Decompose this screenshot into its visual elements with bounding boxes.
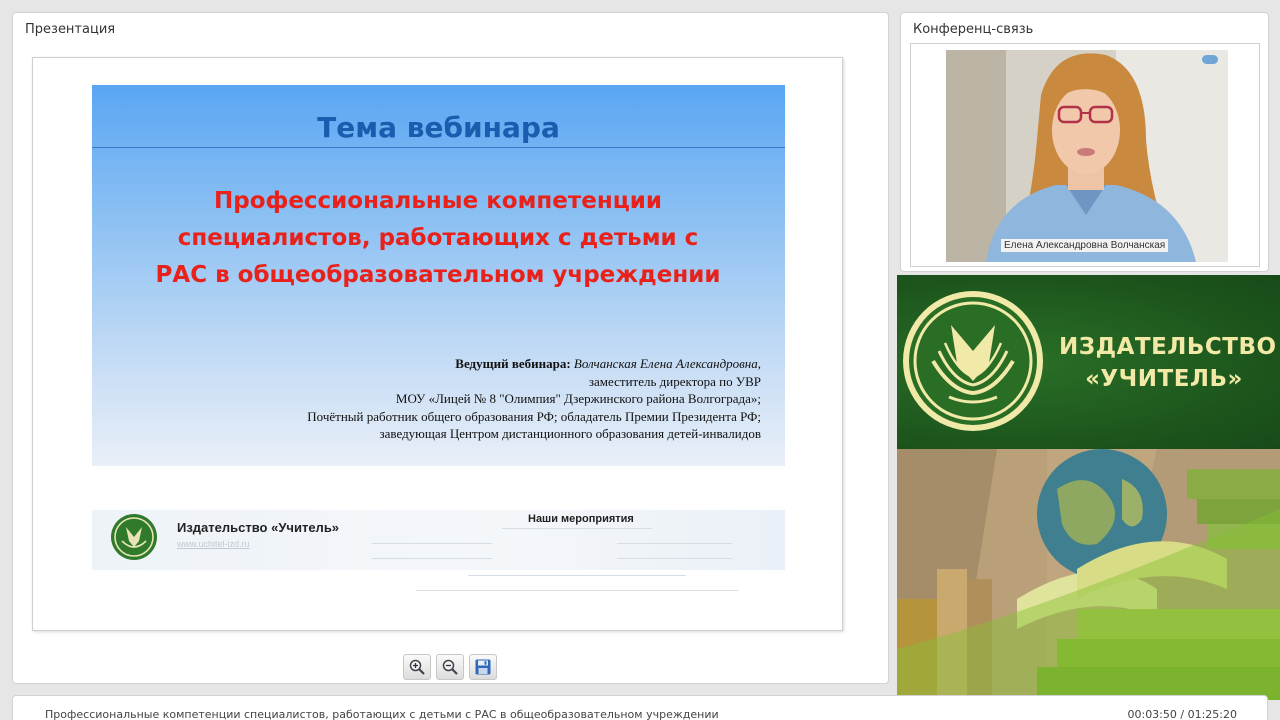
slide-host-line3: МОУ «Лицей № 8 "Олимпия" Дзержинского ра… xyxy=(395,391,761,406)
slide-host-info: Ведущий вебинара: Волчанская Елена Алекс… xyxy=(161,355,761,443)
save-button[interactable] xyxy=(469,654,497,680)
slide-event-faint-line xyxy=(372,558,492,559)
slide-divider xyxy=(92,147,785,148)
slide-event-faint-line xyxy=(372,543,492,544)
zoom-in-button[interactable] xyxy=(403,654,431,680)
slide-event-faint-line xyxy=(617,558,732,559)
zoom-out-icon xyxy=(442,659,458,675)
video-status-icon xyxy=(1202,55,1218,64)
banner-green-area: ИЗДАТЕЛЬСТВО «УЧИТЕЛЬ» xyxy=(897,275,1280,449)
publisher-logo-icon xyxy=(111,514,157,560)
slide-viewer[interactable]: Тема вебинара Профессиональные компетенц… xyxy=(32,57,843,631)
slide-host-line2: заместитель директора по УВР xyxy=(588,373,761,389)
slide-publisher-url[interactable]: www.uchitel-izd.ru xyxy=(177,539,250,549)
participant-name-label: Елена Александровна Волчанская xyxy=(1001,239,1169,252)
slide-host-line4: Почётный работник общего образования РФ;… xyxy=(307,408,761,424)
floppy-disk-icon xyxy=(475,659,491,675)
playback-time: 00:03:50 / 01:25:20 xyxy=(1127,708,1237,720)
slide-footer-area: Издательство «Учитель» www.uchitel-izd.r… xyxy=(92,510,785,570)
presentation-panel: Презентация Тема вебинара Профессиональн… xyxy=(12,12,889,684)
slide-host-line5: заведующая Центром дистанционного образо… xyxy=(379,426,762,441)
slide-event-faint-line xyxy=(502,528,652,529)
banner-books-image xyxy=(897,449,1280,700)
slide-topic: Профессиональные компетенции специалисто… xyxy=(155,188,721,288)
conference-panel: Конференц-связь Елена Александровна Волч… xyxy=(900,12,1269,272)
books-and-globe-image xyxy=(897,449,1280,700)
zoom-out-button[interactable] xyxy=(436,654,464,680)
video-frame: Елена Александровна Волчанская xyxy=(910,43,1260,267)
banner-title-line1: ИЗДАТЕЛЬСТВО xyxy=(1059,334,1277,360)
participant-video[interactable]: Елена Александровна Волчанская xyxy=(946,50,1228,262)
footer-bar: Профессиональные компетенции специалисто… xyxy=(12,695,1268,720)
banner-title-line2: «УЧИТЕЛЬ» xyxy=(1085,366,1243,392)
slide-event-faint-line xyxy=(617,543,732,544)
conference-panel-title: Конференц-связь xyxy=(913,22,1034,37)
slide-publisher-name: Издательство «Учитель» xyxy=(177,520,340,535)
presentation-panel-title: Презентация xyxy=(25,22,116,37)
slide-host-name: Волчанская Елена Александровна, xyxy=(573,356,761,371)
slide-event-faint-line xyxy=(416,590,738,591)
publisher-banner: ИЗДАТЕЛЬСТВО «УЧИТЕЛЬ» xyxy=(897,275,1280,700)
footer-webinar-title: Профессиональные компетенции специалисто… xyxy=(45,708,719,720)
slide-event-faint-line xyxy=(468,575,686,576)
participant-video-feed xyxy=(946,50,1228,262)
slide-host-line1: Ведущий вебинара: Волчанская Елена Алекс… xyxy=(161,355,761,373)
zoom-in-icon xyxy=(409,659,425,675)
banner-logo-icon xyxy=(903,291,1043,431)
slide-events-title: Наши мероприятия xyxy=(528,513,634,525)
slide-heading: Тема вебинара xyxy=(317,111,560,144)
slide-host-label: Ведущий вебинара: xyxy=(455,356,571,371)
slide-title-area: Тема вебинара Профессиональные компетенц… xyxy=(92,85,785,466)
banner-title: ИЗДАТЕЛЬСТВО «УЧИТЕЛЬ» xyxy=(1059,331,1277,395)
